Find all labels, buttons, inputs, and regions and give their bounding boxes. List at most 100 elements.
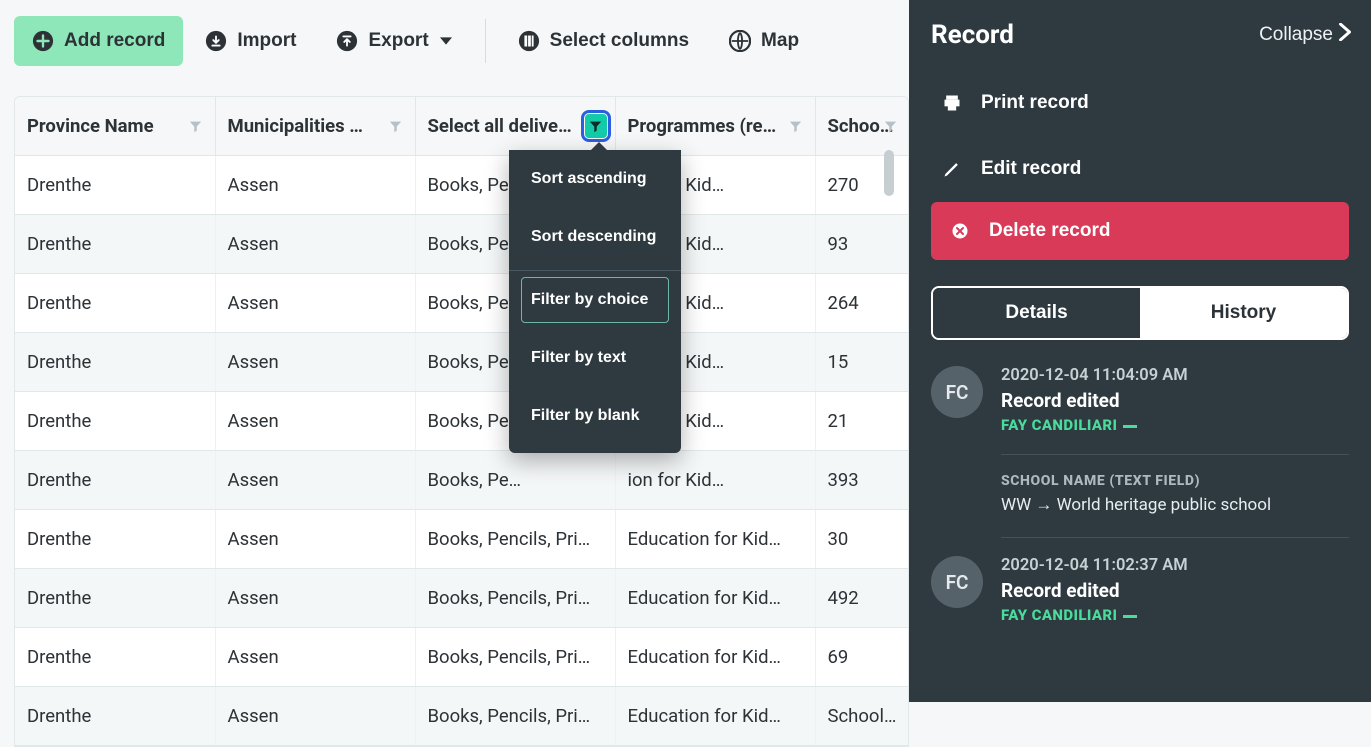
select-columns-label: Select columns <box>550 30 689 52</box>
collapse-button[interactable]: Collapse <box>1259 23 1351 47</box>
panel-title: Record <box>931 20 1014 50</box>
column-header[interactable]: Province Name <box>15 97 215 156</box>
select-columns-button[interactable]: Select columns <box>500 16 707 66</box>
toolbar-separator <box>485 19 486 63</box>
filter-icon[interactable] <box>585 114 607 138</box>
delete-record-button[interactable]: Delete record <box>931 202 1349 260</box>
history-title: Record edited <box>1001 389 1349 412</box>
table-cell: 93 <box>815 215 909 274</box>
filter-by-text-item[interactable]: Filter by text <box>509 329 681 387</box>
table-cell: Books, Pencils, Pri… <box>415 569 615 628</box>
history-timestamp: 2020-12-04 11:02:37 AM <box>1001 556 1349 575</box>
history-title: Record edited <box>1001 579 1349 602</box>
column-label: Select all delive… <box>428 115 572 137</box>
table-cell: 30 <box>815 510 909 569</box>
table-row[interactable]: DrentheAssenBooks, Pe…ion for Kid…93 <box>15 215 909 274</box>
table-row[interactable]: DrentheAssenBooks, Pe…ion for Kid…270 <box>15 156 909 215</box>
sort-ascending-item[interactable]: Sort ascending <box>509 150 681 208</box>
table-cell: 492 <box>815 569 909 628</box>
table-cell: Education for Kid… <box>615 628 815 687</box>
table-row[interactable]: DrentheAssenBooks, Pe…ion for Kid…264 <box>15 274 909 333</box>
table-cell: Drenthe <box>15 274 215 333</box>
table-cell: Drenthe <box>15 569 215 628</box>
panel-tabs: Details History <box>931 286 1349 340</box>
record-panel: Record Collapse Print record Edit record… <box>909 0 1371 702</box>
filter-by-choice-item[interactable]: Filter by choice <box>521 277 669 323</box>
tab-history[interactable]: History <box>1140 288 1347 338</box>
column-header[interactable]: School na… <box>815 97 909 156</box>
table-cell: 69 <box>815 628 909 687</box>
export-label: Export <box>368 30 428 52</box>
table-cell: Drenthe <box>15 628 215 687</box>
table-cell: School… <box>815 687 909 746</box>
filter-icon[interactable] <box>185 114 207 138</box>
sort-descending-item[interactable]: Sort descending <box>509 208 681 266</box>
table-cell: Drenthe <box>15 215 215 274</box>
table-row[interactable]: DrentheAssenBooks, Pe…ion for Kid…15 <box>15 333 909 392</box>
export-button[interactable]: Export <box>318 16 470 66</box>
table-cell: Assen <box>215 333 415 392</box>
tab-details[interactable]: Details <box>933 288 1140 338</box>
table-cell: Assen <box>215 451 415 510</box>
avatar: FC <box>931 556 983 608</box>
table-row[interactable]: DrentheAssenBooks, Pe…ion for Kid…21 <box>15 392 909 451</box>
edit-icon <box>941 158 963 180</box>
table-cell: Assen <box>215 628 415 687</box>
table-row[interactable]: DrentheAssenBooks, Pencils, Pri…Educatio… <box>15 510 909 569</box>
table-row[interactable]: DrentheAssenBooks, Pencils, Pri…Educatio… <box>15 687 909 746</box>
table-row[interactable]: DrentheAssenBooks, Pencils, Pri…Educatio… <box>15 569 909 628</box>
collapse-label: Collapse <box>1259 24 1333 46</box>
change-field-value: WW → World heritage public school <box>1001 495 1349 538</box>
import-icon <box>205 30 227 52</box>
table-cell: Drenthe <box>15 156 215 215</box>
table-cell: Drenthe <box>15 687 215 746</box>
map-button[interactable]: Map <box>711 16 817 66</box>
table-cell: Assen <box>215 510 415 569</box>
table-cell: Assen <box>215 392 415 451</box>
history-entry: FC 2020-12-04 11:04:09 AM Record edited … <box>931 360 1349 450</box>
table-cell: Education for Kid… <box>615 569 815 628</box>
plus-circle-icon <box>32 30 54 52</box>
table-cell: 21 <box>815 392 909 451</box>
column-header[interactable]: Programmes (re… <box>615 97 815 156</box>
edit-record-label: Edit record <box>981 158 1081 180</box>
table-cell: 393 <box>815 451 909 510</box>
add-record-label: Add record <box>64 30 165 52</box>
import-button[interactable]: Import <box>187 16 314 66</box>
change-field-label: SCHOOL NAME (TEXT FIELD) <box>1001 473 1349 489</box>
filter-icon[interactable] <box>880 114 902 138</box>
export-icon <box>336 30 358 52</box>
table-row[interactable]: DrentheAssenBooks, Pencils, Pri…Educatio… <box>15 628 909 687</box>
edit-record-button[interactable]: Edit record <box>931 136 1349 202</box>
table-row[interactable]: DrentheAssenBooks, Pe…ion for Kid…393 <box>15 451 909 510</box>
menu-divider <box>509 270 681 271</box>
column-label: Municipalities … <box>228 115 363 137</box>
table-cell: Assen <box>215 156 415 215</box>
map-icon <box>729 30 751 52</box>
print-record-button[interactable]: Print record <box>931 70 1349 136</box>
add-record-button[interactable]: Add record <box>14 16 183 66</box>
column-header[interactable]: Select all delive… <box>415 97 615 156</box>
print-icon <box>941 92 963 114</box>
filter-icon[interactable] <box>385 114 407 138</box>
history-list: FC 2020-12-04 11:04:09 AM Record edited … <box>909 340 1371 640</box>
history-timestamp: 2020-12-04 11:04:09 AM <box>1001 366 1349 385</box>
table-cell: Assen <box>215 274 415 333</box>
history-change-detail: SCHOOL NAME (TEXT FIELD) WW → World heri… <box>1001 454 1349 538</box>
table-cell: Education for Kid… <box>615 687 815 746</box>
delete-icon <box>949 220 971 242</box>
map-label: Map <box>761 30 799 52</box>
history-entry: FC 2020-12-04 11:02:37 AM Record edited … <box>931 550 1349 640</box>
table-cell: Assen <box>215 569 415 628</box>
scrollbar-thumb[interactable] <box>884 150 894 196</box>
import-label: Import <box>237 30 296 52</box>
column-label: Province Name <box>27 115 154 137</box>
print-record-label: Print record <box>981 92 1089 114</box>
history-user: FAY CANDILIARI <box>1001 416 1349 434</box>
column-header[interactable]: Municipalities … <box>215 97 415 156</box>
column-filter-menu: Sort ascending Sort descending Filter by… <box>509 150 681 453</box>
filter-by-blank-item[interactable]: Filter by blank <box>509 387 681 445</box>
filter-icon[interactable] <box>785 114 807 138</box>
data-table: Province Name Municipalities … Select all … <box>14 96 909 747</box>
column-label: Programmes (re… <box>628 115 777 137</box>
